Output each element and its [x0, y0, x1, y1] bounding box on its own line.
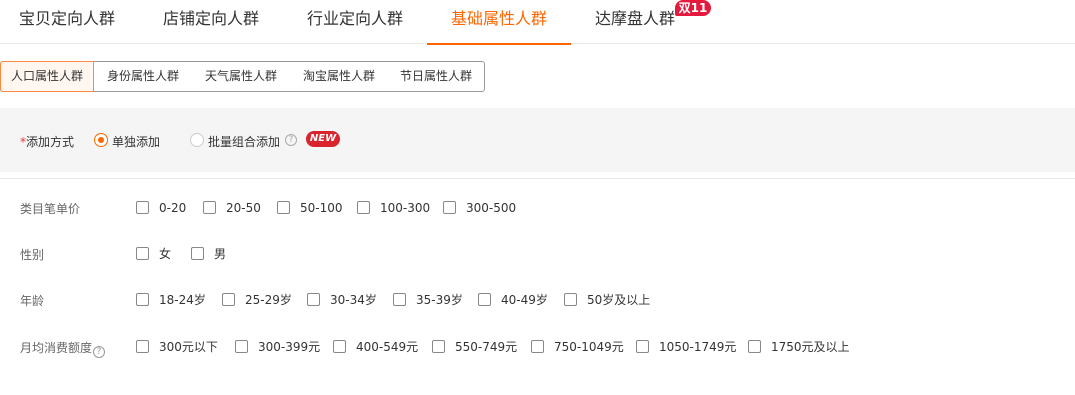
monthly-spend-label: 月均消费额度?: [20, 339, 106, 358]
checkbox-label: 女: [159, 247, 172, 261]
checkbox-label: 50岁及以上: [587, 293, 651, 307]
new-badge: NEW: [306, 131, 340, 147]
tab-basic-attributes[interactable]: 基础属性人群: [427, 0, 571, 45]
checkbox-icon[interactable]: [136, 293, 149, 306]
sub-tab-group: 人口属性人群 身份属性人群 天气属性人群 淘宝属性人群 节日属性人群: [0, 61, 485, 92]
checkbox-icon[interactable]: [564, 293, 577, 306]
top-tab-bar: 宝贝定向人群 店铺定向人群 行业定向人群 基础属性人群 达摩盘人群 双11: [0, 0, 1075, 45]
gender-label: 性别: [20, 248, 45, 262]
add-method-bar: *添加方式 单独添加 批量组合添加 ?: [0, 108, 1075, 172]
checkbox-label: 0-20: [159, 201, 187, 215]
checkbox-label: 1050-1749元: [659, 340, 737, 354]
checkbox-label: 750-1049元: [554, 340, 624, 354]
tab-shop-targeting[interactable]: 店铺定向人群: [163, 0, 259, 44]
tab-item-targeting[interactable]: 宝贝定向人群: [19, 0, 115, 44]
subtab-holiday[interactable]: 节日属性人群: [388, 62, 484, 91]
checkbox-label: 100-300: [380, 201, 431, 215]
add-method-label: *添加方式: [20, 133, 74, 150]
checkbox-icon[interactable]: [443, 201, 456, 214]
checkbox-label: 35-39岁: [416, 293, 463, 307]
radio-batch-add[interactable]: [190, 133, 204, 147]
checkbox-icon[interactable]: [636, 340, 649, 353]
checkbox-label: 50-100: [300, 201, 343, 215]
help-icon[interactable]: ?: [93, 346, 106, 358]
checkbox-icon[interactable]: [136, 247, 149, 260]
monthly-spend-text: 月均消费额度: [20, 341, 93, 355]
checkbox-label: 20-50: [226, 201, 261, 215]
tab-industry-targeting[interactable]: 行业定向人群: [307, 0, 403, 44]
checkbox-icon[interactable]: [136, 340, 149, 353]
tab-damopan[interactable]: 达摩盘人群: [595, 0, 675, 44]
checkbox-icon[interactable]: [277, 201, 290, 214]
radio-single-add-label[interactable]: 单独添加: [112, 133, 160, 150]
checkbox-label: 18-24岁: [159, 293, 206, 307]
checkbox-label: 300-500: [466, 201, 517, 215]
subtab-identity[interactable]: 身份属性人群: [95, 62, 191, 91]
checkbox-icon[interactable]: [531, 340, 544, 353]
checkbox-label: 40-49岁: [501, 293, 548, 307]
checkbox-icon[interactable]: [136, 201, 149, 214]
subtab-taobao[interactable]: 淘宝属性人群: [291, 62, 387, 91]
checkbox-label: 25-29岁: [245, 293, 292, 307]
radio-single-add[interactable]: [94, 133, 108, 147]
checkbox-label: 400-549元: [356, 340, 419, 354]
checkbox-icon[interactable]: [235, 340, 248, 353]
price-label: 类目笔单价: [20, 202, 81, 216]
checkbox-icon[interactable]: [393, 293, 406, 306]
checkbox-label: 1750元及以上: [771, 340, 850, 354]
checkbox-label: 30-34岁: [330, 293, 377, 307]
checkbox-icon[interactable]: [222, 293, 235, 306]
checkbox-label: 男: [214, 247, 227, 261]
checkbox-icon[interactable]: [748, 340, 761, 353]
checkbox-icon[interactable]: [333, 340, 346, 353]
checkbox-label: 550-749元: [455, 340, 518, 354]
checkbox-icon[interactable]: [357, 201, 370, 214]
checkbox-label: 300元以下: [159, 340, 218, 354]
checkbox-icon[interactable]: [478, 293, 491, 306]
subtab-weather[interactable]: 天气属性人群: [193, 62, 289, 91]
checkbox-icon[interactable]: [203, 201, 216, 214]
checkbox-icon[interactable]: [307, 293, 320, 306]
subtab-demographic[interactable]: 人口属性人群: [0, 61, 94, 92]
divider: [0, 178, 1075, 179]
radio-batch-add-label[interactable]: 批量组合添加: [208, 133, 280, 150]
checkbox-icon[interactable]: [191, 247, 204, 260]
double11-badge: 双11: [675, 0, 711, 16]
help-icon[interactable]: ?: [285, 134, 297, 146]
age-label: 年龄: [20, 294, 45, 308]
add-method-text: 添加方式: [26, 135, 75, 149]
checkbox-label: 300-399元: [258, 340, 321, 354]
checkbox-icon[interactable]: [432, 340, 445, 353]
